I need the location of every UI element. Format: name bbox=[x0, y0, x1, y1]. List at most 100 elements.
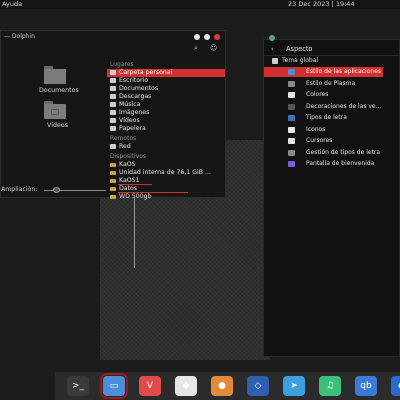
dock-glyph: ▭ bbox=[109, 381, 119, 391]
image-icon bbox=[110, 109, 116, 115]
dock-glyph: ♫ bbox=[325, 381, 335, 391]
settings-item[interactable]: Pantalla de bienvenida bbox=[264, 159, 383, 169]
settings-item-icon bbox=[288, 161, 295, 167]
place-item[interactable]: Descargas bbox=[107, 93, 225, 101]
document-icon bbox=[110, 85, 116, 91]
hamburger-menu-icon[interactable]: ☺ bbox=[210, 44, 217, 52]
settings-item[interactable]: Decoraciones de las ve... bbox=[264, 102, 383, 112]
settings-item-label: Gestión de tipos de letra bbox=[306, 148, 381, 156]
settings-item-icon bbox=[288, 80, 295, 87]
terminal-icon[interactable]: >_ bbox=[67, 376, 89, 396]
settings-item-label: Decoraciones de las ve... bbox=[306, 102, 382, 110]
device-item[interactable]: KaOS1 bbox=[107, 177, 225, 185]
drive-icon bbox=[110, 162, 116, 167]
clock[interactable]: 23 Dec 2023 | 19:44 bbox=[288, 0, 355, 9]
drive-icon bbox=[110, 194, 116, 199]
home-icon bbox=[110, 69, 116, 75]
dock-glyph: ◇ bbox=[254, 381, 262, 391]
taskbar-dock: >_ ▭ V ◆ ● ◇ ➤ ♫ qb ◐ bbox=[55, 372, 400, 400]
settings-item-label: Estilo de las aplicaciones bbox=[306, 68, 382, 75]
drive-icon bbox=[110, 170, 116, 175]
settings-item-icon bbox=[288, 138, 295, 144]
settings-item[interactable]: Estilo de Plasma bbox=[264, 79, 383, 89]
drive-icon bbox=[110, 178, 116, 183]
app-icon[interactable]: ◐ bbox=[391, 376, 400, 396]
settings-item-label: Colores bbox=[306, 91, 329, 98]
inkscape-icon[interactable]: ◆ bbox=[175, 376, 197, 396]
close-button[interactable] bbox=[214, 34, 220, 40]
dolphin-window: — Dolphin ⌕ ☺ Documentos Vídeos Lugares … bbox=[0, 30, 227, 200]
dock-glyph: >_ bbox=[71, 381, 85, 391]
settings-item-label: Tipos de letra bbox=[306, 114, 347, 121]
settings-item-label: Iconos bbox=[306, 125, 326, 133]
settings-window: ‹ Aspecto Tema global Estilo de las apli… bbox=[263, 35, 400, 357]
zoom-slider-handle[interactable] bbox=[53, 187, 61, 193]
qbittorrent-icon[interactable]: qb bbox=[355, 376, 377, 396]
settings-item[interactable]: Gestión de tipos de letra bbox=[264, 148, 383, 158]
image-viewer-icon[interactable]: ● bbox=[211, 376, 233, 396]
download-icon bbox=[110, 93, 116, 99]
music-icon[interactable]: ♫ bbox=[319, 376, 341, 396]
trash-icon bbox=[110, 125, 116, 131]
desktop-divider bbox=[134, 198, 135, 268]
dock-glyph: ◐ bbox=[391, 376, 400, 396]
telegram-icon[interactable]: ➤ bbox=[283, 376, 305, 396]
section-heading: Lugares bbox=[110, 61, 134, 68]
top-panel: Ayuda 23 Dec 2023 | 19:44 bbox=[0, 0, 400, 9]
settings-item-icon bbox=[288, 115, 295, 121]
folder-videos-icon[interactable] bbox=[44, 101, 66, 119]
place-item[interactable]: Música bbox=[107, 101, 225, 109]
network-icon bbox=[110, 143, 116, 149]
place-item[interactable]: Papelera bbox=[107, 125, 225, 133]
place-item[interactable]: Vídeos bbox=[107, 117, 225, 125]
dolphin-titlebar[interactable]: — Dolphin bbox=[1, 31, 225, 43]
settings-item[interactable]: Estilo de las aplicaciones bbox=[264, 67, 383, 77]
dock-glyph: ● bbox=[218, 381, 226, 391]
settings-item-label: Estilo de Plasma bbox=[306, 79, 356, 87]
zoom-label: Ampliación: bbox=[1, 186, 38, 193]
app-indicator-icon bbox=[269, 35, 275, 41]
folder-label[interactable]: Documentos bbox=[39, 87, 79, 94]
maximize-button[interactable] bbox=[204, 34, 210, 40]
folder-documentos-icon[interactable] bbox=[44, 66, 66, 84]
settings-item[interactable]: Cursores bbox=[264, 136, 383, 146]
minimize-button[interactable] bbox=[194, 34, 200, 40]
zoom-bar: Ampliación: bbox=[1, 185, 227, 195]
settings-item-icon bbox=[288, 103, 295, 110]
music-icon bbox=[110, 101, 116, 107]
settings-item[interactable]: Colores bbox=[264, 90, 383, 100]
window-title: — Dolphin bbox=[4, 33, 35, 40]
divider bbox=[264, 55, 399, 56]
place-item[interactable]: Escritorio bbox=[107, 77, 225, 85]
settings-group[interactable]: Tema global bbox=[264, 57, 399, 65]
place-item[interactable]: Carpeta personal bbox=[107, 69, 225, 77]
place-item[interactable]: Imágenes bbox=[107, 109, 225, 117]
settings-item[interactable]: Tipos de letra bbox=[264, 113, 383, 123]
settings-item-icon bbox=[288, 69, 295, 75]
file-manager-icon[interactable]: ▭ bbox=[100, 373, 128, 399]
settings-header: ‹ Aspecto bbox=[264, 44, 399, 54]
search-icon[interactable]: ⌕ bbox=[194, 44, 198, 53]
menu-help[interactable]: Ayuda bbox=[2, 0, 22, 9]
settings-item-icon bbox=[288, 92, 295, 98]
device-item[interactable]: Unidad interna de 76,1 GiB ... bbox=[107, 169, 225, 177]
settings-item-icon bbox=[288, 149, 295, 156]
folder-label[interactable]: Vídeos bbox=[47, 122, 68, 129]
desktop-icon bbox=[110, 77, 116, 83]
vivaldi-icon[interactable]: V bbox=[139, 376, 161, 396]
settings-item-icon bbox=[288, 126, 295, 133]
back-button[interactable]: ‹ bbox=[271, 44, 274, 54]
settings-item-label: Pantalla de bienvenida bbox=[306, 160, 375, 167]
page-title: Aspecto bbox=[286, 45, 313, 53]
place-item[interactable]: Documentos bbox=[107, 85, 225, 93]
settings-item-label: Cursores bbox=[306, 137, 333, 144]
global-theme-icon bbox=[272, 58, 278, 64]
place-item[interactable]: Red bbox=[107, 143, 225, 151]
dock-glyph: V bbox=[146, 381, 154, 391]
video-icon bbox=[110, 117, 116, 123]
dock-glyph: ➤ bbox=[290, 381, 298, 391]
settings-item[interactable]: Iconos bbox=[264, 125, 383, 135]
section-heading: Remotos bbox=[110, 135, 137, 142]
kaos-icon[interactable]: ◇ bbox=[247, 376, 269, 396]
device-item[interactable]: KaOS bbox=[107, 161, 225, 169]
